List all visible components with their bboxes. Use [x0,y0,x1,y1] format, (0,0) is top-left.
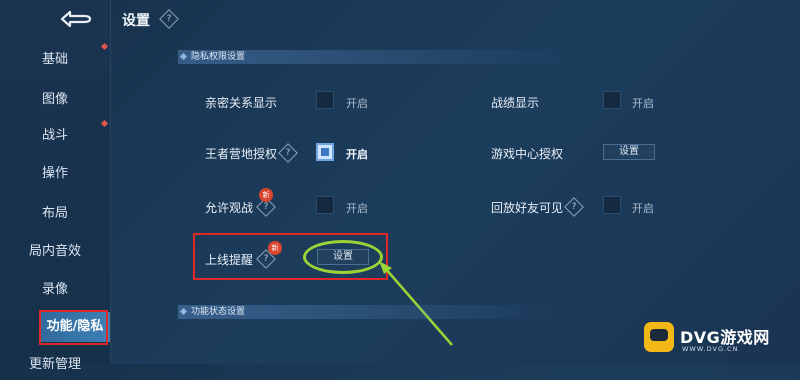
gamepad-icon [644,322,674,352]
section-header-status: 功能状态设置 [178,305,571,319]
watermark-logo: DVG游戏网 WWW.DVG.CN [644,318,798,362]
watermark-url: WWW.DVG.CN [682,345,739,353]
